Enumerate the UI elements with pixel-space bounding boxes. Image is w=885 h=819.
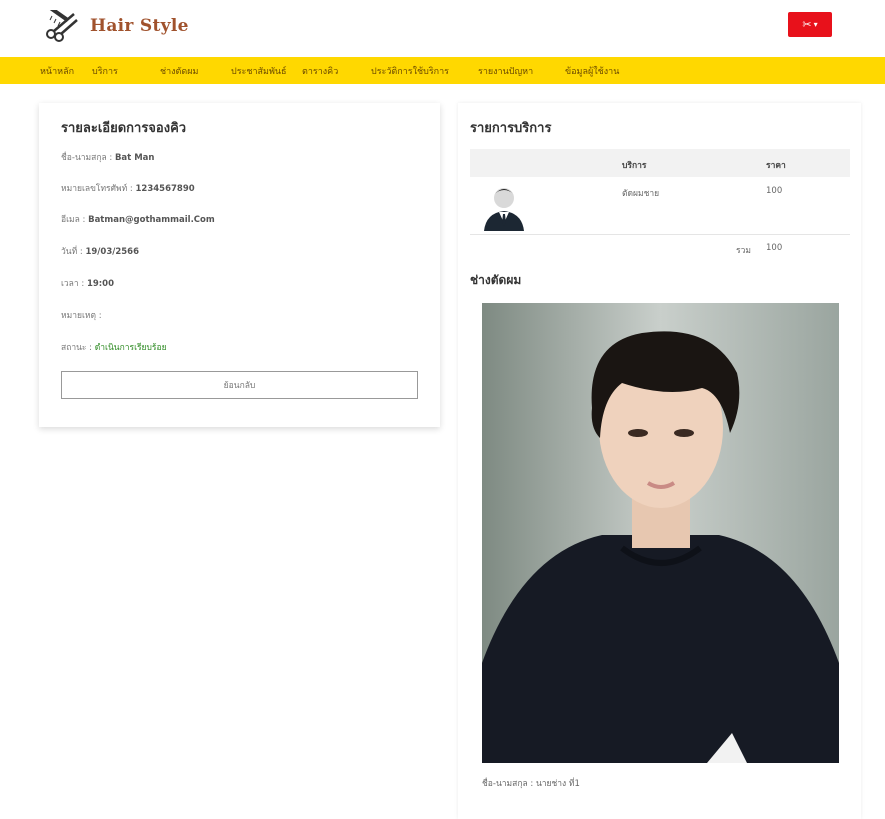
- nav-item-report-problem[interactable]: รายงานปัญหา: [478, 64, 533, 78]
- service-list-title: รายการบริการ: [470, 121, 552, 136]
- brand-name: Hair Style: [90, 16, 189, 36]
- booking-status: สถานะ : ดำเนินการเรียบร้อย: [61, 343, 167, 353]
- nav-item-user-info[interactable]: ข้อมูลผู้ใช้งาน: [565, 64, 619, 78]
- service-list-card: รายการบริการ บริการ ราคา ตัดผมชาย 100 รว…: [458, 103, 861, 819]
- barber-title: ช่างตัดผม: [470, 273, 522, 287]
- back-button[interactable]: ย้อนกลับ: [61, 371, 418, 399]
- nav-item-queue-schedule[interactable]: ตารางคิว: [302, 64, 338, 78]
- col-price-header: ราคา: [766, 161, 786, 171]
- brand-logo[interactable]: Hair Style: [44, 10, 189, 42]
- booking-phone: หมายเลขโทรศัพท์ : 1234567890: [61, 184, 195, 194]
- scissors-icon: ✂: [802, 18, 812, 31]
- service-price: 100: [766, 186, 783, 196]
- booking-name: ชื่อ-นามสกุล : Bat Man: [61, 153, 155, 163]
- barber-photo: [482, 303, 839, 763]
- booking-details-card: รายละเอียดการจองคิว ชื่อ-นามสกุล : Bat M…: [39, 103, 440, 427]
- service-name: ตัดผมชาย: [622, 189, 660, 199]
- booking-details-title: รายละเอียดการจองคิว: [61, 121, 187, 136]
- service-table: บริการ ราคา ตัดผมชาย 100 รวม 100: [470, 149, 850, 257]
- nav-item-home[interactable]: หน้าหลัก: [40, 64, 74, 78]
- scissors-comb-icon: [46, 10, 78, 42]
- main-nav: หน้าหลัก บริการ ช่างตัดผม ประชาสัมพันธ์ …: [0, 57, 885, 84]
- service-table-header: บริการ ราคา: [470, 149, 850, 177]
- nav-item-service-history[interactable]: ประวัติการใช้บริการ: [371, 64, 449, 78]
- nav-item-announcements[interactable]: ประชาสัมพันธ์: [231, 64, 287, 78]
- total-value: 100: [766, 243, 783, 253]
- table-row: ตัดผมชาย 100: [470, 177, 850, 235]
- nav-item-services[interactable]: บริการ: [92, 64, 118, 78]
- header: Hair Style ✂ ▾: [0, 0, 885, 57]
- col-service-header: บริการ: [622, 161, 647, 171]
- total-row: รวม 100: [470, 235, 850, 257]
- chevron-down-icon: ▾: [813, 20, 818, 29]
- booking-time: เวลา : 19:00: [61, 279, 114, 289]
- status-badge: ดำเนินการเรียบร้อย: [94, 343, 167, 353]
- nav-item-barbers[interactable]: ช่างตัดผม: [160, 64, 198, 78]
- booking-email: อีเมล : Batman@gothammail.Com: [61, 215, 215, 225]
- booking-date: วันที่ : 19/03/2566: [61, 247, 139, 257]
- total-label: รวม: [736, 246, 751, 256]
- service-avatar-image: [484, 188, 524, 231]
- user-menu-button[interactable]: ✂ ▾: [788, 12, 832, 37]
- booking-note: หมายเหตุ :: [61, 311, 102, 321]
- barber-name: ชื่อ-นามสกุล : นายช่าง ที่1: [482, 779, 580, 789]
